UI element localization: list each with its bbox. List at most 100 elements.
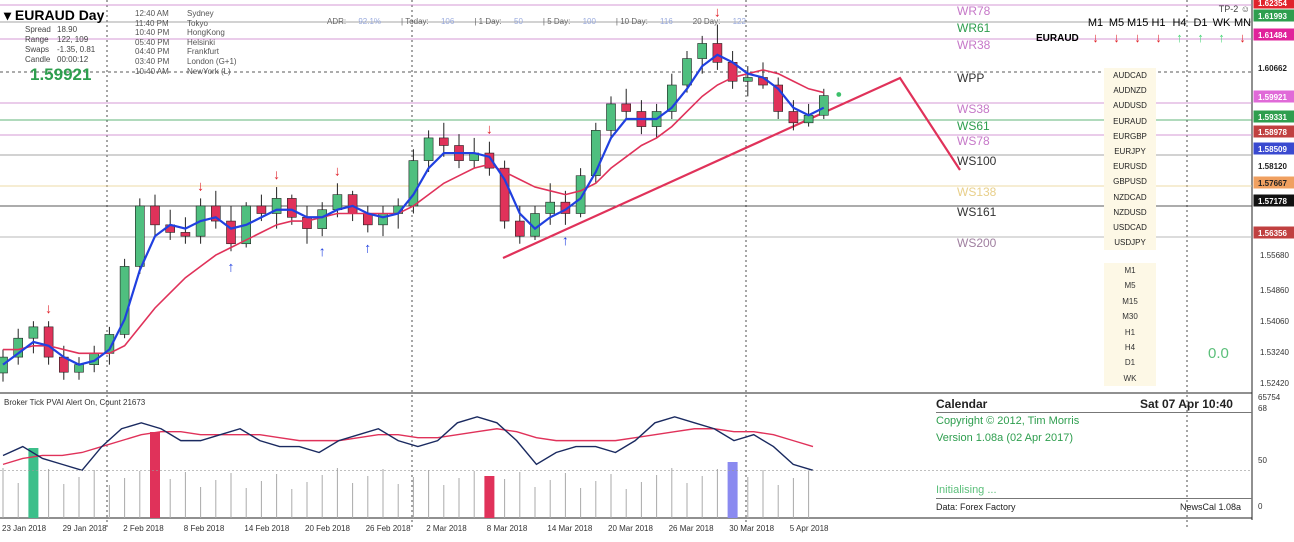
price-axis-label: 1.53240: [1260, 348, 1289, 357]
timeframe-item[interactable]: H4: [1104, 339, 1156, 356]
candle-bull: [378, 213, 388, 226]
adr-label: 20 Day:: [692, 17, 723, 26]
spread-label: Spread: [25, 25, 51, 34]
candle-bear: [150, 205, 160, 226]
pair-item[interactable]: EURGBP: [1104, 128, 1156, 144]
candle-bull: [590, 130, 601, 177]
calendar-copyright: Copyright © 2012, Tim Morris: [936, 415, 1080, 427]
clock-time: 10:40 AM: [135, 66, 169, 76]
pivot-label: WS138: [957, 185, 997, 199]
timeframe-item[interactable]: M5: [1104, 278, 1156, 294]
price-tag-label: 1.58978: [1258, 128, 1287, 137]
candle-label: Candle: [25, 55, 51, 64]
arrow-down-icon: ↓: [334, 162, 341, 178]
candle-bull: [545, 201, 556, 214]
adr-item: | 10 Day: 116: [616, 17, 683, 26]
candle-bull: [697, 43, 708, 59]
pair-item[interactable]: USDJPY: [1104, 235, 1156, 251]
pair-list: AUDCAD AUDNZD AUDUSD EURAUD EURGBP EURJPY EURU…: [1104, 68, 1156, 251]
arrow-down-icon: ↓: [1155, 30, 1162, 45]
arrow-up-icon: ↑: [1218, 30, 1225, 45]
price-tag-label: 1.56356: [1258, 229, 1287, 238]
date-axis-label: 30 Mar 2018: [729, 524, 774, 533]
pair-item[interactable]: AUDCAD: [1104, 68, 1156, 84]
adr-value: 116: [660, 17, 673, 26]
candle-bear: [286, 198, 297, 218]
ind-scale-68: 68: [1258, 404, 1267, 413]
pair-item[interactable]: EURJPY: [1104, 143, 1156, 160]
direction-arrows: ↓ ↓ ↓ ↓ ↑ ↑ ↑ ↓: [1085, 30, 1253, 45]
timeframe-item[interactable]: M15: [1104, 293, 1156, 310]
candle-bull: [28, 326, 39, 339]
pair-item[interactable]: EURUSD: [1104, 159, 1156, 175]
candle-bull: [317, 209, 328, 229]
range-value: 122, 109: [57, 35, 89, 44]
adr-item: | 5 Day: 100: [543, 17, 606, 26]
indicator-title: Broker Tick PVAI Alert On, Count 21673: [4, 398, 146, 407]
adr-label: ADR:: [327, 17, 349, 26]
price-tag-label: 1.62354: [1258, 0, 1287, 8]
timeframe-header-item: M5: [1108, 17, 1125, 29]
candle-bear: [302, 216, 312, 229]
timeframe-item[interactable]: H1: [1104, 324, 1156, 340]
candle-bull: [423, 137, 434, 161]
arrow-down-icon: ↓: [1113, 30, 1120, 45]
adr-value: 100: [582, 17, 596, 26]
timeframe-list: M1 M5 M15 M30 H1 H4 D1 WK: [1104, 263, 1156, 387]
menu-marker-icon[interactable]: ▾: [4, 7, 11, 23]
candle-bear: [180, 232, 191, 237]
adr-item: | Today: 106: [401, 17, 464, 26]
pair-item[interactable]: NZDCAD: [1104, 189, 1156, 205]
pair-item[interactable]: EURAUD: [1104, 113, 1156, 129]
adr-item: 20 Day: 122: [693, 17, 756, 26]
candle-value: 00:00:12: [57, 55, 89, 64]
arrow-up-icon: ↑: [319, 243, 326, 259]
date-axis-label: 23 Jan 2018: [2, 524, 47, 533]
clock-city: London (G+1): [187, 56, 237, 66]
pair-item[interactable]: AUDNZD: [1104, 83, 1156, 99]
calendar-divider-2: [936, 498, 1252, 499]
candle-bear: [43, 326, 54, 358]
candle-bull: [606, 103, 616, 131]
current-price: 1.59921: [30, 65, 92, 84]
clock-time: 10:40 PM: [135, 28, 170, 38]
date-axis-label: 5 Apr 2018: [790, 524, 829, 533]
range-label: Range: [25, 35, 49, 44]
pivot-label: WS61: [957, 119, 990, 133]
pivot-label: WR78: [957, 4, 991, 18]
pivot-label: WS38: [957, 102, 990, 116]
date-axis-label: 8 Feb 2018: [184, 524, 225, 533]
timeframe-item[interactable]: M1: [1104, 263, 1156, 279]
candle-bear: [347, 194, 358, 214]
price-chart[interactable]: ↓ ↓ ↓ ↓ ↓ ↓ ↑ ↑ ↑ ↑ 1.55680 1.54860 1.54060 1.53240 1…: [0, 0, 1294, 542]
candle-bull: [742, 77, 753, 82]
candle-bear: [256, 205, 267, 214]
pair-item[interactable]: GBPUSD: [1104, 174, 1156, 190]
zero-value: 0.0: [1208, 345, 1229, 362]
clock-city: Frankfurt: [187, 47, 220, 57]
pair-item[interactable]: NZDUSD: [1104, 204, 1156, 220]
pair-item[interactable]: USDCAD: [1104, 219, 1156, 236]
clock-time: 11:40 PM: [135, 18, 169, 28]
adr-label: | 5 Day:: [542, 17, 573, 26]
candle-bull: [682, 58, 692, 86]
calendar-status: Initialising ...: [936, 484, 997, 496]
timeframe-item[interactable]: WK: [1104, 370, 1156, 387]
volume-highlight-bar: [484, 476, 495, 518]
timeframe-item[interactable]: D1: [1104, 355, 1156, 371]
price-tag-label: 1.58120: [1258, 162, 1287, 171]
date-axis-label: 20 Feb 2018: [305, 524, 350, 533]
swaps-label: Swaps: [25, 45, 50, 54]
clock-row: 04:40 PM Frankfurt: [135, 47, 237, 57]
timeframe-item[interactable]: M30: [1104, 309, 1156, 325]
timeframe-header-item: MN: [1233, 17, 1252, 29]
date-axis-label: 2 Mar 2018: [426, 524, 467, 533]
clock-time: 05:40 PM: [135, 37, 170, 47]
pair-item[interactable]: AUDUSD: [1104, 98, 1156, 114]
candle-bull: [332, 194, 343, 211]
symbol-header: ▾ EURAUD Day: [4, 7, 104, 24]
symbol-timeframe: EURAUD Day: [14, 7, 105, 23]
arrow-down-icon: ↓: [197, 177, 204, 193]
clock-time: 12:40 AM: [135, 9, 169, 18]
dot-icon: [836, 92, 842, 97]
